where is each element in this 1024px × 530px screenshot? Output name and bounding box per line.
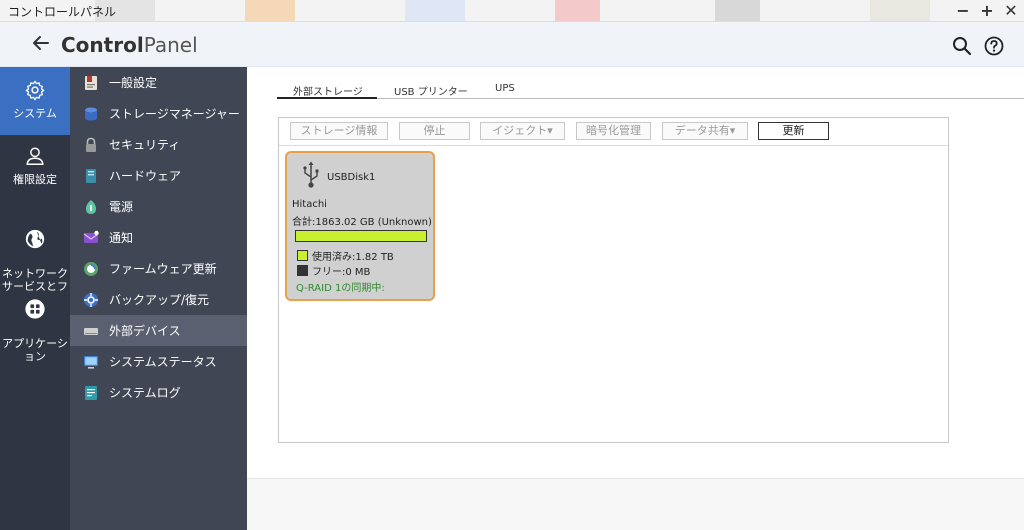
log-icon	[85, 385, 97, 400]
tab-ups[interactable]: UPS	[495, 83, 515, 99]
close-button[interactable]: ✕	[1004, 1, 1018, 21]
used-color-swatch	[297, 250, 308, 261]
sidebar-item-security[interactable]: セキュリティ	[70, 129, 247, 160]
globe-icon	[25, 229, 45, 249]
monitor-icon	[84, 355, 98, 369]
app-header: ControlPanel	[0, 22, 1024, 67]
storage-toolbar: ストレージ情報 停止 イジェクト▾ 暗号化管理 データ共有▾ 更新	[279, 118, 948, 146]
primary-sidebar: システム 権限設定 ネットワーク サービスとフ アプリケーシ ョン	[0, 67, 70, 530]
search-icon[interactable]	[952, 36, 972, 56]
external-storage-panel: ストレージ情報 停止 イジェクト▾ 暗号化管理 データ共有▾ 更新 USBDis…	[278, 117, 949, 443]
notification-icon	[83, 230, 99, 243]
main-content: 外部ストレージ USB プリンター UPS ストレージ情報 停止 イジェクト▾ …	[247, 67, 1024, 530]
gear-icon	[25, 80, 45, 101]
minimize-button[interactable]: −	[956, 1, 970, 21]
free-color-swatch	[297, 265, 308, 276]
sidebar-item-hardware[interactable]: ハードウェア	[70, 160, 247, 191]
disk-usage-bar	[295, 230, 427, 242]
secondary-sidebar: 一般設定 ストレージマネージャー セキュリティ ハードウェア 電源 通知 ファー…	[70, 67, 247, 530]
sidebar-item-firmware-update[interactable]: ファームウェア更新	[70, 253, 247, 284]
apps-icon	[25, 299, 45, 319]
maximize-button[interactable]: +	[980, 1, 994, 21]
help-icon[interactable]	[984, 36, 1004, 56]
refresh-button[interactable]: 更新	[758, 122, 829, 140]
stop-button[interactable]: 停止	[399, 122, 470, 140]
hardware-icon	[86, 168, 96, 183]
window-title: コントロールパネル	[8, 5, 117, 19]
encryption-management-button[interactable]: 暗号化管理	[576, 122, 651, 140]
sidebar-item-power[interactable]: 電源	[70, 191, 247, 222]
window-titlebar: コントロールパネル − + ✕	[0, 0, 1024, 22]
disk-total-capacity: 合計:1863.02 GB (Unknown)	[292, 217, 432, 228]
legend-used: 使用済み:1.82 TB	[297, 248, 394, 263]
user-icon	[26, 147, 44, 165]
storage-icon	[85, 107, 97, 120]
usb-icon	[303, 161, 319, 188]
disk-usage-fill	[296, 231, 426, 241]
nav-network-services[interactable]: ネットワーク サービスとフ	[0, 215, 70, 293]
tab-external-storage[interactable]: 外部ストレージ	[277, 83, 377, 99]
power-icon	[86, 199, 96, 214]
tab-bar: 外部ストレージ USB プリンター UPS	[277, 81, 1024, 99]
sidebar-item-system-status[interactable]: システムステータス	[70, 346, 247, 377]
eject-dropdown-button[interactable]: イジェクト▾	[480, 122, 565, 140]
legend-free: フリー:0 MB	[297, 263, 370, 278]
raid-sync-status: Q-RAID 1の同期中:	[296, 283, 385, 294]
sidebar-item-system-log[interactable]: システムログ	[70, 377, 247, 408]
titlebar-background-graphic	[95, 0, 930, 21]
nav-permissions[interactable]: 権限設定	[0, 145, 70, 205]
disk-vendor: Hitachi	[292, 199, 327, 210]
lock-icon	[86, 137, 96, 152]
data-share-dropdown-button[interactable]: データ共有▾	[662, 122, 748, 140]
sidebar-item-backup-restore[interactable]: バックアップ/復元	[70, 284, 247, 315]
app-title: ControlPanel	[61, 33, 198, 57]
storage-info-button[interactable]: ストレージ情報	[290, 122, 388, 140]
nav-system[interactable]: システム	[0, 67, 70, 135]
external-device-icon	[84, 327, 98, 335]
firmware-icon	[84, 261, 98, 276]
sidebar-item-general-settings[interactable]: 一般設定	[70, 67, 247, 98]
sidebar-item-notification[interactable]: 通知	[70, 222, 247, 253]
nav-applications[interactable]: アプリケーシ ョン	[0, 285, 70, 363]
back-arrow-icon[interactable]	[30, 32, 52, 54]
usb-disk-card[interactable]: USBDisk1 Hitachi 合計:1863.02 GB (Unknown)…	[285, 151, 435, 301]
content-footer	[247, 478, 1024, 530]
sidebar-item-storage-manager[interactable]: ストレージマネージャー	[70, 98, 247, 129]
general-settings-icon	[85, 75, 97, 90]
backup-icon	[84, 292, 98, 307]
sidebar-item-external-device[interactable]: 外部デバイス	[70, 315, 247, 346]
disk-name: USBDisk1	[327, 172, 376, 183]
tab-usb-printer[interactable]: USB プリンター	[394, 83, 468, 99]
